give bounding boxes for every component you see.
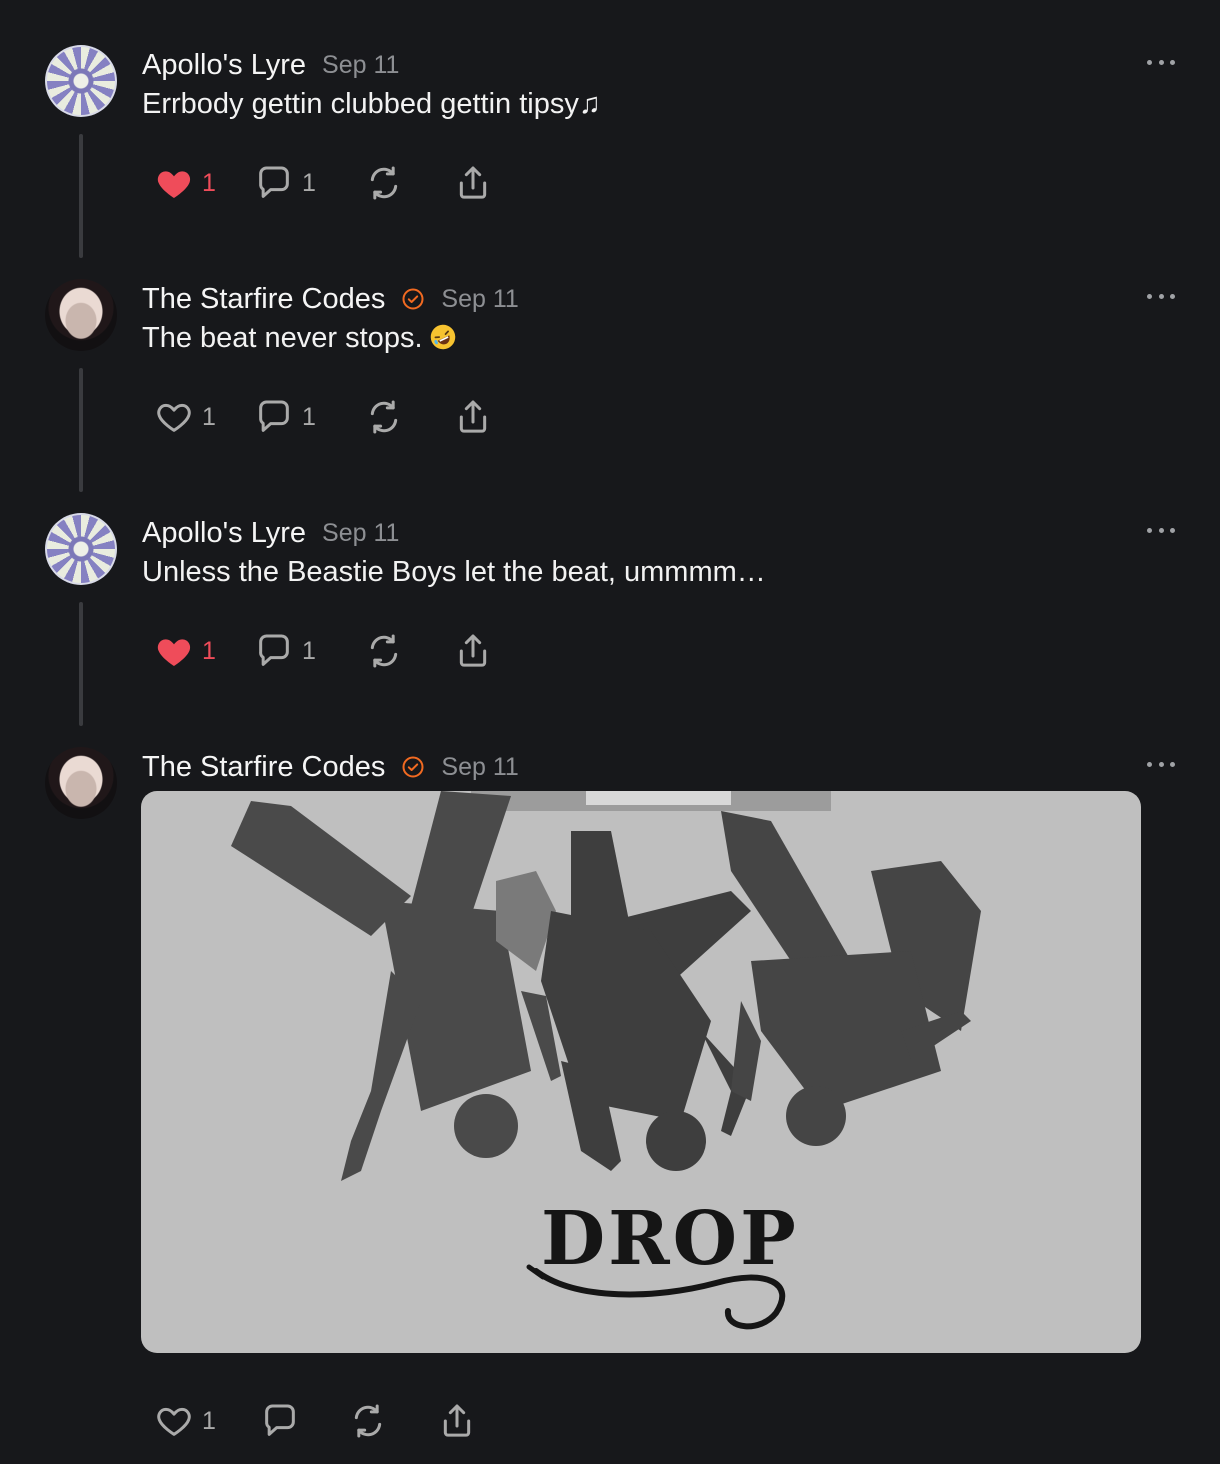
share-icon [459, 400, 487, 433]
restack-icon [370, 400, 398, 434]
post-image[interactable]: DROP [141, 791, 1141, 1353]
author-name[interactable]: The Starfire Codes [142, 283, 385, 316]
reply-count: 1 [302, 636, 316, 665]
restack-button[interactable] [364, 395, 404, 439]
comment-icon [265, 1404, 295, 1436]
share-button[interactable] [453, 161, 493, 205]
heart-filled-icon [157, 171, 191, 198]
thread-line [79, 368, 83, 492]
restack-button[interactable] [364, 629, 404, 673]
post-text: Errbody gettin clubbed gettin tipsy♫ [142, 88, 601, 120]
author-name[interactable]: Apollo's Lyre [142, 517, 306, 550]
reply-button[interactable]: 1 [254, 395, 316, 439]
post-header: Apollo's Lyre Sep 11 [142, 45, 399, 85]
author-name[interactable]: Apollo's Lyre [142, 49, 306, 82]
restack-icon [370, 634, 398, 668]
like-count: 1 [202, 168, 216, 197]
more-options-icon[interactable] [1147, 290, 1175, 302]
rolling-laughing-emoji-icon [430, 324, 455, 350]
thread-line [79, 134, 83, 258]
restack-button[interactable] [348, 1399, 388, 1443]
like-button[interactable]: 1 [154, 1399, 216, 1443]
share-icon [459, 166, 487, 199]
reply-count: 1 [302, 402, 316, 431]
share-icon [459, 634, 487, 667]
avatar[interactable] [45, 747, 117, 819]
avatar[interactable] [45, 45, 117, 117]
heart-outline-icon [157, 1407, 191, 1436]
post-header: Apollo's Lyre Sep 11 [142, 513, 399, 553]
like-button[interactable]: 1 [154, 161, 216, 205]
like-button[interactable]: 1 [154, 395, 216, 439]
author-name[interactable]: The Starfire Codes [142, 751, 385, 784]
reply-button[interactable]: 1 [254, 161, 316, 205]
share-button[interactable] [453, 395, 493, 439]
restack-icon [370, 166, 398, 200]
album-title: DROP [541, 1196, 799, 1282]
post-header: The Starfire Codes Sep 11 [142, 279, 519, 319]
restack-button[interactable] [364, 161, 404, 205]
avatar[interactable] [45, 513, 117, 585]
more-options-icon[interactable] [1147, 524, 1175, 536]
post-date[interactable]: Sep 11 [322, 51, 399, 80]
comment-icon [259, 634, 289, 666]
reply-button[interactable]: 1 [254, 629, 316, 673]
share-button[interactable] [453, 629, 493, 673]
reply-button[interactable] [260, 1399, 300, 1443]
post-date[interactable]: Sep 11 [441, 753, 518, 782]
avatar[interactable] [45, 279, 117, 351]
heart-outline-icon [157, 403, 191, 432]
reply-count: 1 [302, 168, 316, 197]
like-count: 1 [202, 1406, 216, 1435]
post-date[interactable]: Sep 11 [441, 285, 518, 314]
post-date[interactable]: Sep 11 [322, 519, 399, 548]
more-options-icon[interactable] [1147, 758, 1175, 770]
like-count: 1 [202, 636, 216, 665]
like-count: 1 [202, 402, 216, 431]
share-icon [443, 1404, 471, 1437]
more-options-icon[interactable] [1147, 56, 1175, 68]
post-text: The beat never stops. [142, 322, 457, 355]
comment-icon [259, 166, 289, 198]
heart-filled-icon [157, 639, 191, 666]
comment-icon [259, 400, 289, 432]
verified-badge-icon [402, 288, 424, 310]
thread-line [79, 602, 83, 726]
restack-icon [354, 1404, 382, 1438]
share-button[interactable] [437, 1399, 477, 1443]
verified-badge-icon [402, 756, 424, 778]
post-header: The Starfire Codes Sep 11 [142, 747, 519, 787]
post-text-content: The beat never stops. [142, 322, 423, 354]
like-button[interactable]: 1 [154, 629, 216, 673]
post-text: Unless the Beastie Boys let the beat, um… [142, 556, 766, 588]
